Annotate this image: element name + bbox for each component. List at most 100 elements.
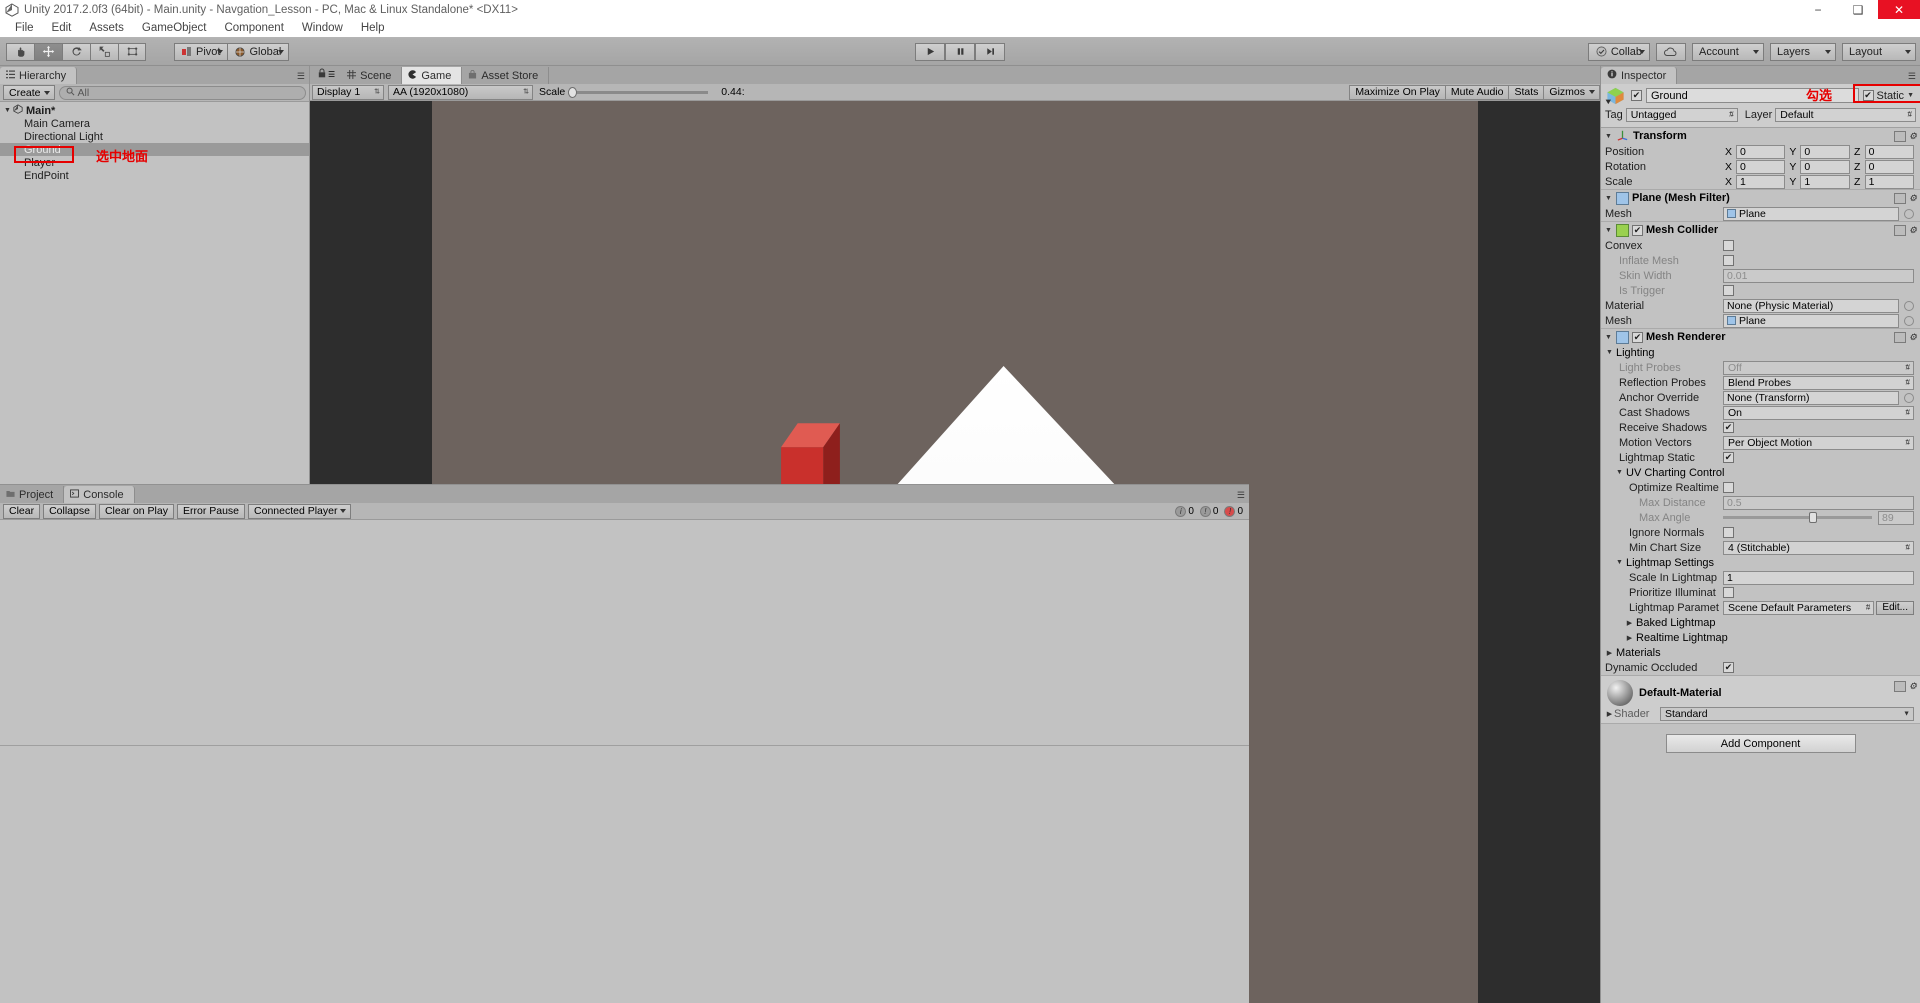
close-icon[interactable]: ✕ [1878,0,1920,19]
tree-item-main-camera[interactable]: Main Camera [0,117,309,130]
minimize-icon[interactable]: − [1798,0,1838,19]
aspect-select[interactable]: AA (1920x1080) ⇅ [388,84,533,100]
chevron-down-icon[interactable]: ▼ [1615,469,1624,476]
foldout-baked-lightmap[interactable]: ▶ Baked Lightmap [1601,615,1920,630]
help-icon[interactable] [1893,130,1906,142]
scale-tool-button[interactable] [90,42,118,61]
optimize-realtime-checkbox[interactable] [1723,482,1734,493]
clear-button[interactable]: Clear [3,503,41,519]
shader-select[interactable]: Standard ▼ [1660,707,1914,721]
foldout-realtime-lightmap[interactable]: ▶ Realtime Lightmap [1601,630,1920,645]
global-toggle[interactable]: Global [227,42,290,61]
slider-knob[interactable] [1809,512,1818,523]
dynamic-occluded-checkbox[interactable] [1723,662,1734,673]
chevron-right-icon[interactable]: ▶ [1625,634,1634,642]
chevron-right-icon[interactable]: ▶ [1605,649,1614,657]
warning-count[interactable]: ! 0 [1199,505,1218,517]
tree-root-main[interactable]: ▼ Main* [0,104,309,117]
gear-icon[interactable]: ⚙ [1909,681,1917,692]
menu-window[interactable]: Window [293,19,352,38]
collab-button[interactable]: Collab [1587,42,1650,61]
position-y-input[interactable]: 0 [1800,144,1850,159]
convex-checkbox[interactable] [1723,240,1734,251]
chevron-down-icon[interactable]: ▼ [1604,133,1613,140]
receive-shadows-checkbox[interactable] [1723,422,1734,433]
help-icon[interactable] [1893,224,1906,236]
rotation-y-input[interactable]: 0 [1800,159,1850,174]
chevron-right-icon[interactable]: ▶ [1625,619,1634,627]
help-icon[interactable] [1893,331,1906,343]
chevron-down-icon[interactable]: ▼ [4,107,13,114]
gear-icon[interactable]: ⚙ [1909,225,1917,236]
chevron-right-icon[interactable]: ▶ [1605,710,1614,718]
connected-player-select[interactable]: Connected Player [248,503,352,519]
position-z-input[interactable]: 0 [1864,144,1914,159]
motion-vectors-select[interactable]: Per Object Motion ⇅ [1723,435,1914,450]
lightmap-static-checkbox[interactable] [1723,452,1734,463]
object-picker-icon[interactable] [1904,300,1914,311]
object-picker-icon[interactable] [1904,392,1914,403]
panel-menu-icon[interactable]: ☰ [297,71,305,82]
physic-material-field[interactable]: None (Physic Material) [1723,298,1899,313]
panel-menu-icon[interactable]: ☰ [1908,71,1916,82]
menu-component[interactable]: Component [215,19,292,38]
object-picker-icon[interactable] [1904,208,1914,219]
layers-button[interactable]: Layers [1770,42,1836,61]
tab-project[interactable]: Project [0,486,65,503]
search-input[interactable]: All [58,85,306,100]
hand-tool-button[interactable] [6,42,34,61]
stats-button[interactable]: Stats [1509,84,1545,100]
light-probes-select[interactable]: Off ⇅ [1723,360,1914,375]
move-tool-button[interactable] [34,42,62,61]
lightmap-parameters-select[interactable]: Scene Default Parameters ⇅ [1723,600,1875,615]
scale-z-input[interactable]: 1 [1864,174,1914,189]
cast-shadows-select[interactable]: On ⇅ [1723,405,1914,420]
pivot-toggle[interactable]: Pivot [174,42,228,61]
component-mesh-filter-header[interactable]: ▼ Plane (Mesh Filter) ⚙ [1601,190,1920,206]
tab-scene[interactable]: Scene [341,67,403,84]
cloud-button[interactable] [1656,42,1686,61]
help-icon[interactable] [1893,681,1906,692]
foldout-materials[interactable]: ▶ Materials [1601,645,1920,660]
add-component-button[interactable]: Add Component [1665,734,1856,753]
skin-width-input[interactable]: 0.01 [1723,268,1914,283]
error-count[interactable]: ! 0 [1224,505,1243,517]
maximize-icon[interactable]: ❑ [1838,0,1878,19]
rotation-z-input[interactable]: 0 [1864,159,1914,174]
help-icon[interactable] [1893,192,1906,204]
position-x-input[interactable]: 0 [1736,144,1786,159]
menu-edit[interactable]: Edit [43,19,81,38]
rotate-tool-button[interactable] [62,42,90,61]
panel-menu-icon[interactable]: ☰ [1237,490,1245,501]
gear-icon[interactable]: ⚙ [1909,193,1917,204]
tab-game[interactable]: Game [402,67,463,84]
menu-file[interactable]: File [6,19,43,38]
step-button[interactable] [975,42,1005,61]
tree-item-directional-light[interactable]: Directional Light [0,130,309,143]
chevron-down-icon[interactable]: ▼ [1604,195,1613,202]
menu-gameobject[interactable]: GameObject [133,19,216,38]
max-distance-input[interactable]: 0.5 [1723,495,1914,510]
section-lighting[interactable]: ▼ Lighting [1601,345,1920,360]
tab-console[interactable]: Console [64,486,135,503]
info-count[interactable]: i 0 [1175,505,1194,517]
scale-in-lightmap-input[interactable]: 1 [1723,570,1914,585]
play-button[interactable] [915,42,945,61]
chevron-down-icon[interactable]: ▼ [1615,559,1624,566]
component-mesh-renderer-header[interactable]: ▼ Mesh Renderer ⚙ [1601,329,1920,345]
lightmap-parameters-edit-button[interactable]: Edit... [1876,600,1914,615]
chevron-down-icon[interactable]: ▼ [1605,349,1614,356]
scale-slider[interactable] [568,86,709,98]
account-button[interactable]: Account [1692,42,1764,61]
chevron-down-icon[interactable]: ▼ [1604,334,1613,341]
display-select[interactable]: Display 1 ⇅ [312,84,384,100]
layout-button[interactable]: Layout [1842,42,1916,61]
mesh-collider-enabled-checkbox[interactable] [1632,224,1643,236]
mesh-object-field[interactable]: Plane [1723,206,1899,221]
collapse-button[interactable]: Collapse [43,503,96,519]
create-button[interactable]: Create [3,85,55,100]
min-chart-size-select[interactable]: 4 (Stitchable) ⇅ [1723,540,1914,555]
ignore-normals-checkbox[interactable] [1723,527,1734,538]
lock-icon[interactable] [318,68,326,81]
tab-inspector[interactable]: Inspector [1601,67,1678,84]
